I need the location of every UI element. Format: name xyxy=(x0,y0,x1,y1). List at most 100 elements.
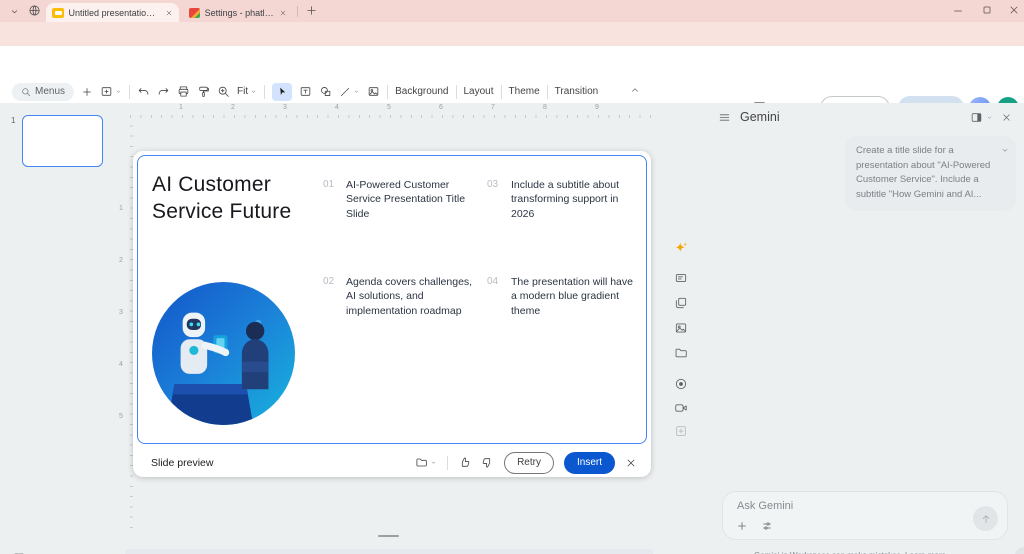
slide-title: AI Customer Service Future xyxy=(152,173,292,223)
ruler-number: 3 xyxy=(119,309,123,316)
menus-search-button[interactable]: Menus xyxy=(12,82,75,101)
tab-close-icon[interactable] xyxy=(279,9,287,17)
ruler-number: 5 xyxy=(387,104,391,111)
select-tool-button-active[interactable] xyxy=(272,82,293,101)
user-prompt-bubble[interactable]: Create a title slide for a presentation … xyxy=(845,136,1016,211)
gemini-title: Gemini xyxy=(740,110,780,124)
close-panel-icon[interactable] xyxy=(1001,112,1012,123)
notes-resize-handle[interactable] xyxy=(378,535,399,537)
ruler-number: 3 xyxy=(283,104,287,111)
ruler-number: 6 xyxy=(439,104,443,111)
card-list-icon[interactable] xyxy=(674,271,688,285)
thumbs-down-icon[interactable] xyxy=(481,456,494,469)
generated-slide[interactable]: AI Customer Service Future 01 AI-Powered… xyxy=(137,155,647,444)
move-to-folder-icon[interactable] xyxy=(415,456,437,469)
globe-icon[interactable] xyxy=(28,4,41,17)
image-icon[interactable] xyxy=(674,321,688,335)
tab-search-chevron-icon[interactable] xyxy=(9,6,20,17)
menus-search-label: Menus xyxy=(35,86,66,97)
redo-button[interactable] xyxy=(157,85,170,98)
preview-action-bar: Slide preview Retry Insert xyxy=(133,448,651,477)
robot-human-illustration xyxy=(152,282,295,425)
dismiss-preview-icon[interactable] xyxy=(625,457,637,469)
camera-icon[interactable] xyxy=(674,401,688,415)
item-number: 04 xyxy=(487,276,499,287)
new-slide-button[interactable] xyxy=(100,85,122,98)
workspace: 1 1 2 3 4 5 6 7 8 9 1 2 3 4 5 AI Custome… xyxy=(0,103,1024,554)
slide-thumbnail[interactable] xyxy=(22,115,103,167)
layers-icon[interactable] xyxy=(674,296,688,310)
slide-preview-card: AI Customer Service Future 01 AI-Powered… xyxy=(133,151,651,477)
zoom-button[interactable] xyxy=(217,85,230,98)
quick-add-button[interactable] xyxy=(81,86,93,98)
item-number: 01 xyxy=(323,179,335,190)
undo-button[interactable] xyxy=(137,85,150,98)
ruler-number: 1 xyxy=(179,104,183,111)
item-text: Include a subtitle about transforming su… xyxy=(511,179,619,220)
background-button[interactable]: Background xyxy=(395,86,448,97)
toolbar-collapse-icon[interactable] xyxy=(630,85,640,95)
browser-tab-inactive[interactable]: Settings - phatlt@scuti.asia - W xyxy=(183,3,293,22)
slides-favicon xyxy=(52,7,64,18)
attach-plus-icon[interactable] xyxy=(736,520,748,532)
panel-layout-icon[interactable] xyxy=(970,111,993,124)
text-box-tool-button[interactable] xyxy=(299,85,312,98)
settings-site-favicon xyxy=(189,7,200,18)
send-prompt-button[interactable] xyxy=(973,506,998,531)
side-rail xyxy=(666,103,700,554)
ruler-number: 7 xyxy=(491,104,495,111)
ruler-number: 2 xyxy=(119,257,123,264)
toolbar-divider xyxy=(546,84,548,99)
window-maximize-button[interactable] xyxy=(981,4,993,16)
item-text: Agenda covers challenges, AI solutions, … xyxy=(346,276,473,317)
item-number: 02 xyxy=(323,276,335,287)
shape-tool-button[interactable] xyxy=(319,85,332,98)
line-tool-button[interactable] xyxy=(339,86,360,98)
tune-prompt-icon[interactable] xyxy=(761,520,773,532)
window-close-button[interactable] xyxy=(1008,4,1020,16)
fit-label: Fit xyxy=(237,86,249,97)
toolbar-divider xyxy=(387,84,389,99)
retry-button[interactable]: Retry xyxy=(504,451,554,474)
tab-title: Settings - phatlt@scuti.asia - W xyxy=(204,7,274,18)
ask-gemini-input[interactable] xyxy=(737,500,937,512)
gemini-header: Gemini xyxy=(718,109,1012,125)
toolbar-divider xyxy=(500,84,502,99)
new-tab-button[interactable] xyxy=(305,4,318,17)
paint-format-button[interactable] xyxy=(197,85,210,98)
slides-toolbar: Menus Fit Background Layout Theme Transi… xyxy=(0,80,712,103)
expand-prompt-icon[interactable] xyxy=(1000,145,1010,155)
browser-navbar: docs.google.com/presentation/d/1ASZthjE4… xyxy=(0,22,1024,66)
record-icon[interactable] xyxy=(674,377,688,391)
speaker-notes[interactable]: Click to add speaker notes xyxy=(125,549,653,554)
gemini-sparkle-icon[interactable] xyxy=(674,240,689,260)
layout-button[interactable]: Layout xyxy=(464,86,494,97)
gemini-composer[interactable] xyxy=(722,491,1008,540)
insert-image-button[interactable] xyxy=(367,85,380,98)
folder-icon[interactable] xyxy=(674,346,688,360)
gemini-menu-icon[interactable] xyxy=(718,111,731,124)
tab-close-icon[interactable] xyxy=(165,9,173,17)
bar-divider xyxy=(447,455,449,470)
browser-window: Untitled presentation - Googl Settings -… xyxy=(0,0,1024,554)
browser-tab-active[interactable]: Untitled presentation - Googl xyxy=(46,3,179,22)
user-prompt-text: Create a title slide for a presentation … xyxy=(856,145,991,201)
theme-button[interactable]: Theme xyxy=(509,86,540,97)
ruler-number: 4 xyxy=(119,361,123,368)
fit-zoom-dropdown[interactable]: Fit xyxy=(237,86,257,97)
print-button[interactable] xyxy=(177,85,190,98)
ruler-number: 5 xyxy=(119,413,123,420)
item-number: 03 xyxy=(487,179,499,190)
insert-button[interactable]: Insert xyxy=(563,451,615,474)
panel-edge-handle[interactable] xyxy=(1015,547,1024,554)
thumbs-up-icon[interactable] xyxy=(458,456,471,469)
tab-title: Untitled presentation - Googl xyxy=(68,7,160,18)
ruler-number: 2 xyxy=(231,104,235,111)
preview-label: Slide preview xyxy=(151,456,214,469)
toolbar-divider xyxy=(455,84,457,99)
horizontal-ruler: 1 2 3 4 5 6 7 8 9 xyxy=(130,104,655,118)
tab-divider xyxy=(297,6,298,17)
window-minimize-button[interactable] xyxy=(952,4,964,16)
transition-button[interactable]: Transition xyxy=(555,86,599,97)
item-text: AI-Powered Customer Service Presentation… xyxy=(346,179,466,220)
